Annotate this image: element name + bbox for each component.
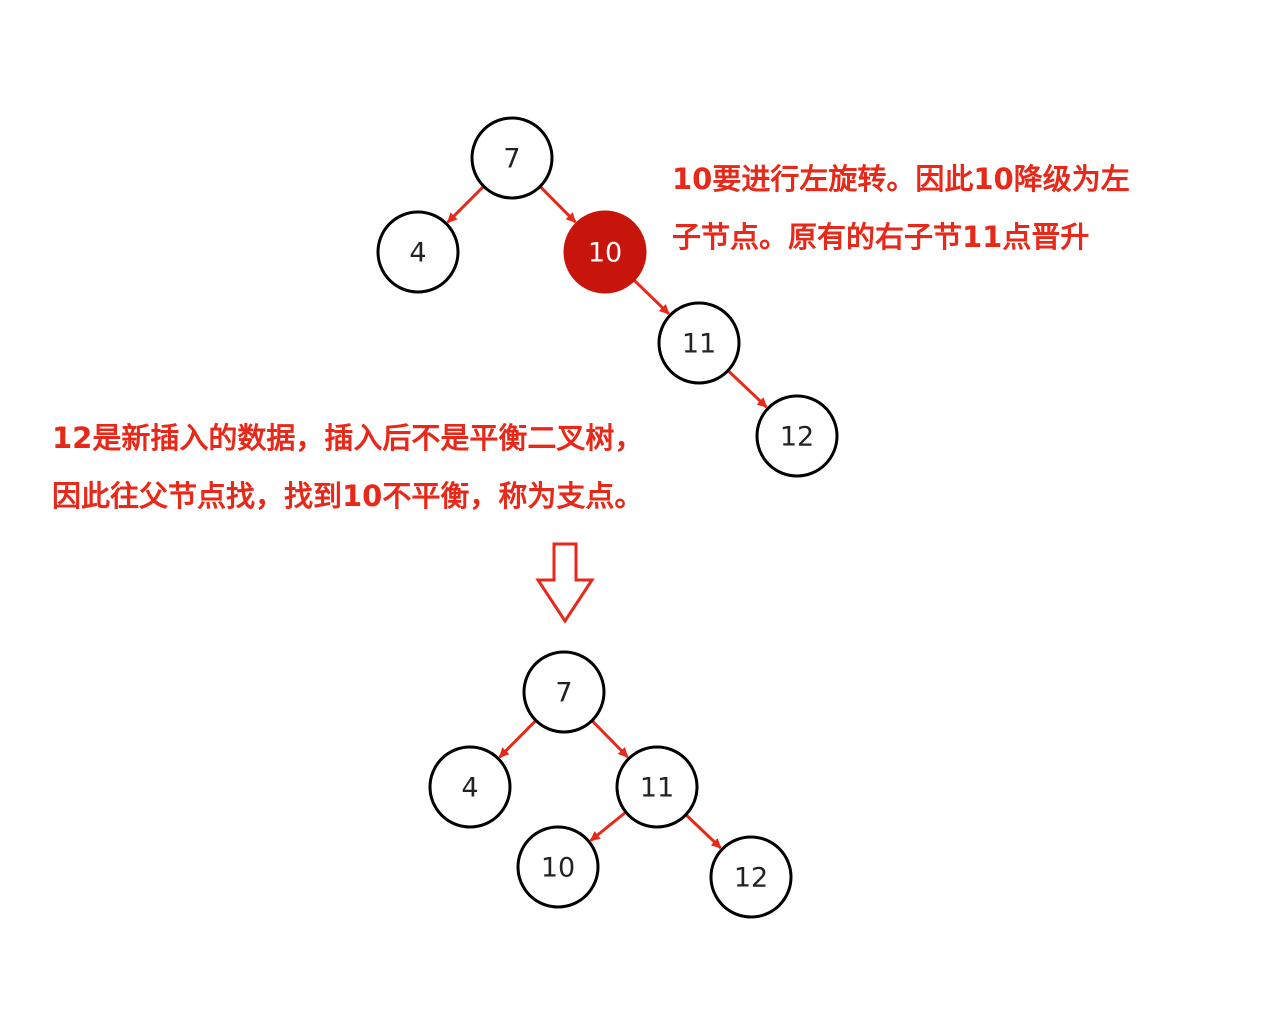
before-edge-10-to-11 [633, 279, 670, 315]
insert-note-line-1: 12是新插入的数据，插入后不是平衡二叉树， [52, 421, 644, 455]
after-node-12: 12 [709, 835, 793, 919]
rotation-note-line-2: 子节点。原有的右子节11点晋升 [672, 220, 1090, 254]
before-node-7: 7 [470, 116, 554, 200]
after-edge-7-to-11 [591, 720, 629, 759]
before-node-12: 12 [755, 394, 839, 478]
before-node-label-7: 7 [503, 144, 520, 175]
before-edge-11-to-12 [727, 370, 768, 409]
down-arrow-icon [535, 542, 595, 624]
rotation-note: 10要进行左旋转。因此10降级为左 子节点。原有的右子节11点晋升 [672, 150, 1130, 266]
before-node-label-4: 4 [409, 238, 426, 269]
before-node-4: 4 [376, 210, 460, 294]
insert-note-line-2: 因此往父节点找，找到10不平衡，称为支点。 [52, 479, 644, 513]
after-node-7: 7 [522, 650, 606, 734]
after-edge-11-to-12 [685, 814, 722, 850]
after-node-label-11: 11 [640, 773, 674, 804]
before-node-11: 11 [657, 301, 741, 385]
before-edge-7-to-10 [539, 186, 577, 224]
rotation-note-line-1: 10要进行左旋转。因此10降级为左 [672, 162, 1130, 196]
after-node-label-12: 12 [734, 863, 768, 894]
before-node-label-10: 10 [588, 238, 622, 269]
before-node-label-11: 11 [682, 329, 716, 360]
after-node-label-7: 7 [555, 678, 572, 709]
insert-note: 12是新插入的数据，插入后不是平衡二叉树， 因此往父节点找，找到10不平衡，称为… [52, 409, 643, 525]
before-node-10: 10 [563, 210, 647, 294]
after-node-label-10: 10 [541, 853, 575, 884]
after-node-label-4: 4 [461, 773, 478, 804]
after-edge-7-to-4 [498, 720, 537, 759]
before-node-label-12: 12 [780, 422, 814, 453]
before-edge-7-to-4 [446, 185, 485, 224]
after-node-4: 4 [428, 745, 512, 829]
after-edge-11-to-10 [589, 811, 627, 842]
after-node-10: 10 [516, 825, 600, 909]
tree-after-rotation: 7 4 11 10 12 [428, 650, 793, 919]
after-node-11: 11 [615, 745, 699, 829]
